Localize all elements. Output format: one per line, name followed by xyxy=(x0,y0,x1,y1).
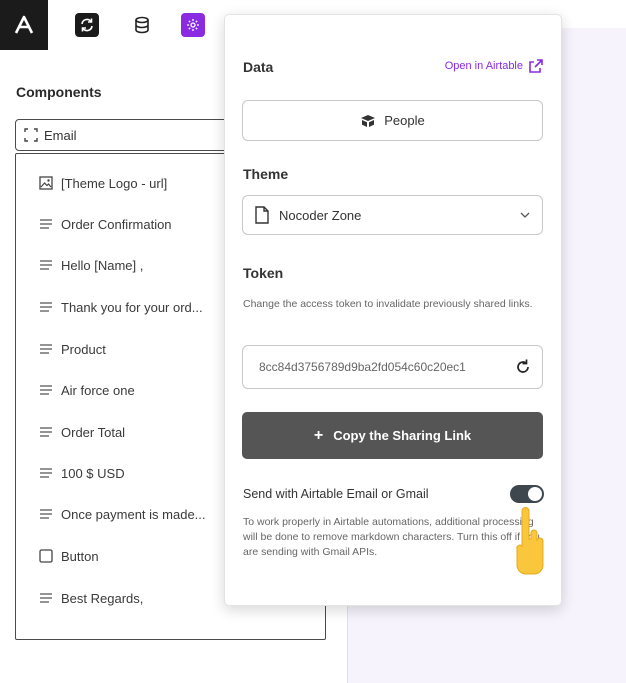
component-frame-icon xyxy=(24,128,38,142)
list-item-label: Air force one xyxy=(61,382,135,398)
list-item[interactable]: 100 $ USD xyxy=(38,465,125,481)
text-icon xyxy=(38,341,54,357)
list-item-label: Button xyxy=(61,548,99,564)
share-settings-popover: Data Open in Airtable People Theme Nocod… xyxy=(224,14,562,606)
copy-sharing-link-button[interactable]: + Copy the Sharing Link xyxy=(242,412,543,459)
text-icon xyxy=(38,299,54,315)
list-item[interactable]: Hello [Name] , xyxy=(38,257,143,273)
list-item[interactable]: Order Confirmation xyxy=(38,216,172,232)
send-email-toggle[interactable] xyxy=(510,485,544,503)
token-value: 8cc84d3756789d9ba2fd054c60c20ec1 xyxy=(259,360,466,374)
text-icon xyxy=(38,216,54,232)
plus-icon: + xyxy=(313,426,324,444)
table-button-label: People xyxy=(384,113,425,128)
list-item[interactable]: Button xyxy=(38,548,99,564)
text-icon xyxy=(38,465,54,481)
database-icon xyxy=(135,16,149,34)
theme-select-value: Nocoder Zone xyxy=(279,207,362,223)
text-icon xyxy=(38,382,54,398)
list-item[interactable]: Best Regards, xyxy=(38,590,143,606)
airtable-logo-icon[interactable] xyxy=(0,0,48,50)
data-label: Data xyxy=(243,59,274,75)
list-item-label: Best Regards, xyxy=(61,590,144,606)
open-in-airtable-label: Open in Airtable xyxy=(444,60,523,72)
list-item[interactable]: Product xyxy=(38,341,106,357)
text-icon xyxy=(38,424,54,440)
token-label: Token xyxy=(243,265,284,281)
button-icon xyxy=(38,548,54,564)
pointing-hand-cursor-icon xyxy=(511,503,545,588)
gear-icon xyxy=(187,19,199,31)
chevron-down-icon xyxy=(520,212,530,218)
list-item[interactable]: Once payment is made... xyxy=(38,506,206,522)
token-field[interactable]: 8cc84d3756789d9ba2fd054c60c20ec1 xyxy=(242,345,543,389)
table-button[interactable]: People xyxy=(242,100,543,141)
list-item-label: 100 $ USD xyxy=(61,465,125,481)
list-item-label: Hello [Name] , xyxy=(61,257,144,273)
list-item-label: Once payment is made... xyxy=(61,506,206,522)
text-icon xyxy=(38,590,54,606)
list-item-label: Thank you for your ord... xyxy=(61,299,203,315)
image-icon xyxy=(38,175,54,191)
file-icon xyxy=(255,206,269,224)
settings-button[interactable] xyxy=(181,13,205,37)
component-select-value: Email xyxy=(44,127,77,143)
components-title: Components xyxy=(16,84,102,100)
list-item[interactable]: Thank you for your ord... xyxy=(38,299,203,315)
token-help-text: Change the access token to invalidate pr… xyxy=(243,298,533,310)
list-item-label: Order Confirmation xyxy=(61,216,172,232)
sync-icon xyxy=(81,18,93,32)
toggle-knob xyxy=(528,487,542,501)
sync-button[interactable] xyxy=(75,13,99,37)
component-select[interactable]: Email xyxy=(15,119,255,151)
send-email-label: Send with Airtable Email or Gmail xyxy=(243,487,429,501)
copy-sharing-link-label: Copy the Sharing Link xyxy=(333,428,472,443)
list-item[interactable]: Air force one xyxy=(38,382,135,398)
theme-select[interactable]: Nocoder Zone xyxy=(242,195,543,235)
refresh-token-icon[interactable] xyxy=(514,358,532,376)
text-icon xyxy=(38,257,54,273)
send-email-help-text: To work properly in Airtable automations… xyxy=(243,516,540,558)
external-link-icon xyxy=(529,59,543,73)
list-item[interactable]: Order Total xyxy=(38,424,125,440)
list-item-label: Product xyxy=(61,341,106,357)
list-item[interactable]: [Theme Logo - url] xyxy=(38,175,167,191)
open-in-airtable-link[interactable]: Open in Airtable xyxy=(445,59,543,73)
theme-label: Theme xyxy=(243,166,289,182)
list-item-label: Order Total xyxy=(61,424,126,440)
text-icon xyxy=(38,506,54,522)
table-icon xyxy=(360,114,376,128)
database-button[interactable] xyxy=(130,13,154,37)
list-item-label: [Theme Logo - url] xyxy=(61,175,168,191)
